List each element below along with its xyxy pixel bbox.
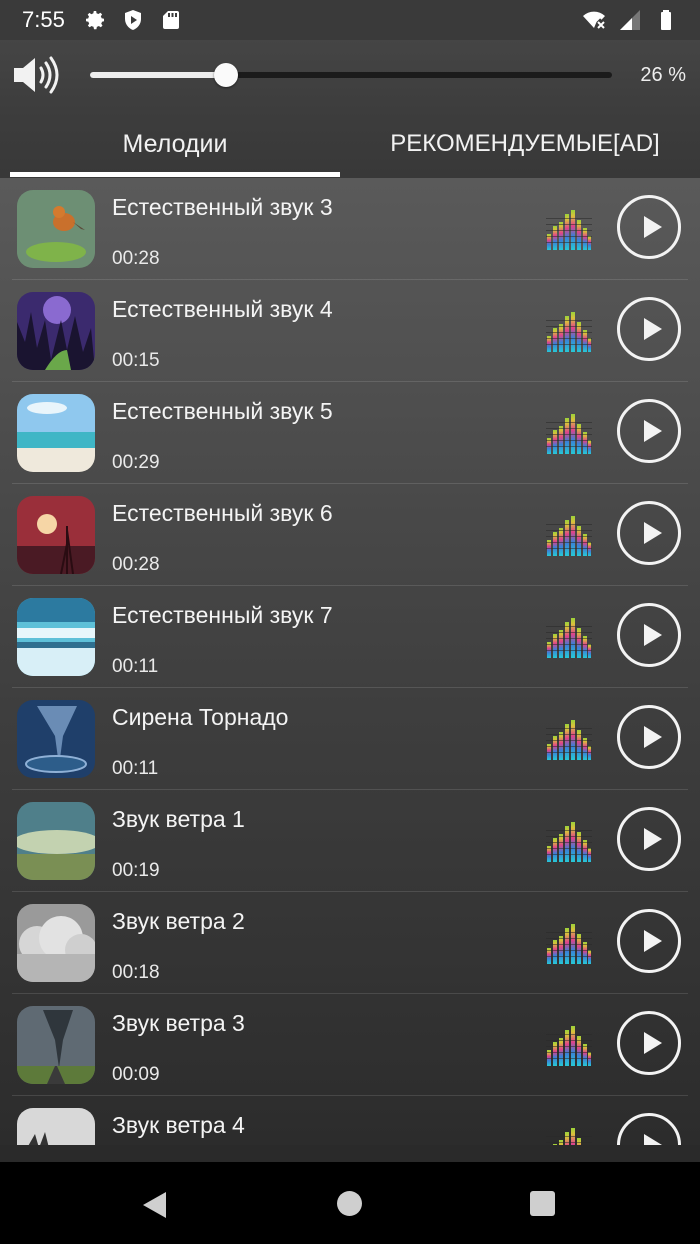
equalizer-icon bbox=[546, 514, 592, 556]
tab-recommended-ad[interactable]: РЕКОМЕНДУЕМЫЕ[AD] bbox=[350, 110, 700, 178]
list-item[interactable]: Сирена Торнадо 00:11 bbox=[0, 688, 700, 790]
play-button[interactable] bbox=[617, 399, 681, 463]
sound-title: Сирена Торнадо bbox=[112, 704, 289, 730]
equalizer-icon bbox=[546, 310, 592, 352]
thumbnail-robin-bird bbox=[17, 190, 95, 268]
sound-duration: 00:11 bbox=[112, 656, 159, 677]
thumbnail-grey-clouds bbox=[17, 904, 95, 982]
wifi-off-icon bbox=[583, 11, 605, 29]
list-item[interactable]: Естественный звук 4 00:15 bbox=[0, 280, 700, 382]
volume-percent: 26 % bbox=[640, 64, 686, 86]
equalizer-icon bbox=[546, 820, 592, 862]
play-button[interactable] bbox=[617, 501, 681, 565]
sound-title: Звук ветра 2 bbox=[112, 908, 245, 934]
sound-title: Естественный звук 4 bbox=[112, 296, 333, 322]
shield-play-icon bbox=[124, 10, 141, 30]
cell-signal-icon bbox=[620, 10, 640, 30]
tab-indicator bbox=[10, 172, 340, 177]
list-item[interactable]: Естественный звук 5 00:29 bbox=[0, 382, 700, 484]
thumbnail-waterfall bbox=[17, 598, 95, 676]
recent-apps-icon[interactable] bbox=[530, 1191, 555, 1216]
sound-duration: 00:29 bbox=[112, 452, 160, 473]
sound-duration: 00:28 bbox=[112, 554, 160, 575]
play-button[interactable] bbox=[617, 1113, 681, 1145]
list-item[interactable]: Естественный звук 7 00:11 bbox=[0, 586, 700, 688]
sound-title: Звук ветра 3 bbox=[112, 1010, 245, 1036]
list-item[interactable]: Звук ветра 4 bbox=[0, 1096, 700, 1145]
thumbnail-sunset-bird bbox=[17, 496, 95, 574]
status-time: 7:55 bbox=[22, 7, 65, 32]
sound-title: Естественный звук 3 bbox=[112, 194, 333, 220]
sound-duration: 00:09 bbox=[112, 1064, 160, 1085]
gear-icon bbox=[85, 11, 104, 30]
tab-melodies[interactable]: Мелодии bbox=[10, 110, 340, 178]
volume-slider[interactable] bbox=[90, 63, 612, 87]
volume-bar: 26 % bbox=[0, 40, 700, 110]
battery-icon bbox=[661, 10, 671, 30]
equalizer-icon bbox=[546, 718, 592, 760]
sound-title: Естественный звук 7 bbox=[112, 602, 333, 628]
thumbnail-purple-forest-path bbox=[17, 292, 95, 370]
list-item[interactable]: Звук ветра 2 00:18 bbox=[0, 892, 700, 994]
list-item[interactable]: Звук ветра 1 00:19 bbox=[0, 790, 700, 892]
sound-title: Естественный звук 5 bbox=[112, 398, 333, 424]
equalizer-icon bbox=[546, 1126, 592, 1145]
thumbnail-storm-shelf-cloud bbox=[17, 802, 95, 880]
play-button[interactable] bbox=[617, 603, 681, 667]
play-button[interactable] bbox=[617, 909, 681, 973]
list-item[interactable]: Естественный звук 3 00:28 bbox=[0, 178, 700, 280]
sd-card-icon bbox=[162, 11, 179, 29]
equalizer-icon bbox=[546, 1024, 592, 1066]
volume-slider-fill bbox=[90, 72, 226, 78]
tab-bar: Мелодии РЕКОМЕНДУЕМЫЕ[AD] bbox=[0, 110, 700, 178]
thumbnail-tornado-road bbox=[17, 1006, 95, 1084]
home-icon[interactable] bbox=[337, 1191, 362, 1216]
equalizer-icon bbox=[546, 208, 592, 250]
thumbnail-tropical-beach bbox=[17, 394, 95, 472]
equalizer-icon bbox=[546, 412, 592, 454]
navigation-bar bbox=[0, 1162, 700, 1244]
play-button[interactable] bbox=[617, 297, 681, 361]
sound-duration: 00:15 bbox=[112, 350, 160, 371]
speaker-icon[interactable] bbox=[12, 54, 62, 96]
sound-duration: 00:18 bbox=[112, 962, 160, 983]
play-button[interactable] bbox=[617, 807, 681, 871]
play-button[interactable] bbox=[617, 1011, 681, 1075]
status-bar: 7:55 bbox=[0, 0, 700, 40]
sound-list[interactable]: Естественный звук 3 00:28 Естественный з… bbox=[0, 178, 700, 1145]
back-icon[interactable] bbox=[143, 1192, 166, 1218]
volume-slider-thumb[interactable] bbox=[213, 63, 238, 87]
equalizer-icon bbox=[546, 616, 592, 658]
play-button[interactable] bbox=[617, 705, 681, 769]
thumbnail-windy-grass bbox=[17, 1108, 95, 1145]
sound-title: Естественный звук 6 bbox=[112, 500, 333, 526]
sound-duration: 00:28 bbox=[112, 248, 160, 269]
equalizer-icon bbox=[546, 922, 592, 964]
sound-duration: 00:19 bbox=[112, 860, 160, 881]
list-item[interactable]: Естественный звук 6 00:28 bbox=[0, 484, 700, 586]
sound-title: Звук ветра 4 bbox=[112, 1112, 245, 1138]
list-item[interactable]: Звук ветра 3 00:09 bbox=[0, 994, 700, 1096]
sound-duration: 00:11 bbox=[112, 758, 159, 779]
play-button[interactable] bbox=[617, 195, 681, 259]
sound-title: Звук ветра 1 bbox=[112, 806, 245, 832]
thumbnail-tornado-water bbox=[17, 700, 95, 778]
